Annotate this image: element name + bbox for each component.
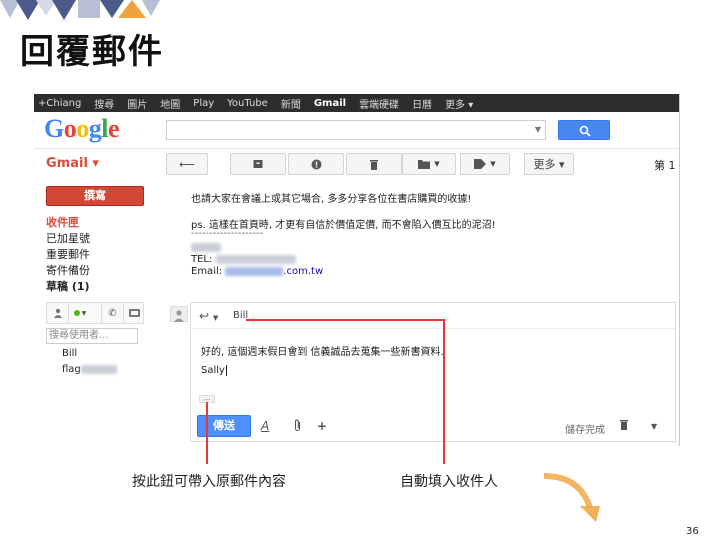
sidebar-item[interactable]: 重要郵件 — [46, 246, 90, 262]
redacted-text — [215, 254, 296, 264]
compose-button[interactable]: 撰寫 — [46, 186, 144, 206]
archive-icon — [253, 160, 263, 168]
email-label: Email: — [191, 266, 223, 277]
attachment-icon[interactable] — [293, 419, 302, 435]
back-arrow-icon: ⟵ — [179, 157, 195, 171]
delete-button[interactable] — [346, 153, 402, 175]
topbar-item[interactable]: 圖片 — [127, 96, 147, 111]
move-to-folder-button[interactable]: ▼ — [402, 153, 456, 175]
gmail-app-menu[interactable]: Gmail ▾ — [46, 156, 99, 171]
topbar-item[interactable]: 地圖 — [160, 96, 180, 111]
chat-toolbar: ▼ ✆ — [46, 302, 144, 324]
chevron-down-icon: ▼ — [490, 160, 496, 168]
person-icon[interactable] — [47, 303, 69, 323]
topbar-item[interactable]: 日曆 — [412, 96, 432, 111]
slide-title: 回覆郵件 — [20, 32, 164, 72]
label-icon — [474, 159, 487, 169]
reply-header: ↩ ▼ Bill — [191, 303, 675, 329]
search-input[interactable]: ▼ — [166, 120, 546, 140]
phone-line: TEL: — [191, 254, 296, 265]
annotation-line — [206, 402, 208, 464]
insert-more-icon[interactable]: + — [317, 419, 327, 433]
search-button[interactable] — [558, 120, 610, 140]
sidebar-item[interactable]: 收件匣 — [46, 214, 79, 230]
folder-icon — [418, 160, 431, 169]
back-button[interactable]: ⟵ — [166, 153, 208, 175]
header-decoration — [0, 0, 160, 20]
more-options-icon[interactable]: ▼ — [651, 422, 657, 431]
reply-signature: Sally — [201, 365, 225, 376]
labels-button[interactable]: ▼ — [460, 153, 510, 175]
archive-button[interactable] — [230, 153, 286, 175]
sidebar-item[interactable]: 寄件備份 — [46, 262, 90, 278]
logo-letter: l — [101, 114, 108, 143]
logo-letter: o — [76, 114, 89, 143]
contact-item[interactable]: flag — [62, 364, 117, 375]
chevron-down-icon[interactable]: ▼ — [535, 125, 541, 134]
topbar-item-more[interactable]: 更多 ▾ — [445, 96, 473, 111]
curved-arrow-icon — [543, 473, 600, 522]
message-divider: -------------------- — [191, 228, 264, 239]
contact-item[interactable]: Bill — [62, 348, 77, 359]
reply-type-icon[interactable]: ↩ ▼ — [199, 309, 218, 323]
report-spam-button[interactable] — [288, 153, 344, 175]
redacted-text — [225, 266, 284, 276]
discard-draft-icon[interactable] — [619, 419, 629, 433]
report-spam-icon — [311, 159, 321, 169]
page-number: 36 — [686, 526, 699, 537]
annotation-line — [443, 319, 445, 464]
chevron-down-icon: ▼ — [434, 160, 440, 168]
divider — [34, 148, 679, 149]
page-indicator: 第 1 ↓ — [654, 159, 679, 172]
reply-body-line[interactable]: Sally — [201, 365, 227, 376]
topbar-item[interactable]: +Chiang — [38, 98, 81, 109]
email-line: Email: .com.tw — [191, 266, 323, 277]
formatting-icon[interactable]: A — [261, 419, 269, 433]
google-logo[interactable]: Google — [44, 114, 120, 144]
google-topbar: +Chiang 搜尋 圖片 地圖 Play YouTube 新聞 Gmail 雲… — [34, 94, 679, 112]
message-body-line: 也請大家在會議上或其它場合, 多多分享各位在書店購買的收據! — [191, 194, 472, 205]
tel-label: TEL: — [191, 254, 213, 265]
contact-name: flag — [62, 364, 81, 375]
video-icon[interactable] — [123, 303, 145, 323]
topbar-item[interactable]: Play — [193, 98, 214, 109]
save-status: 儲存完成 — [565, 425, 605, 436]
topbar-item[interactable]: 搜尋 — [94, 96, 114, 111]
logo-letter: o — [63, 114, 77, 143]
topbar-item[interactable]: 新聞 — [281, 96, 301, 111]
sidebar-item[interactable]: 已加星號 — [46, 230, 90, 246]
topbar-item[interactable]: YouTube — [227, 98, 268, 109]
email-suffix[interactable]: .com.tw — [283, 266, 323, 277]
more-button[interactable]: 更多 ▾ — [524, 153, 574, 175]
topbar-item-active[interactable]: Gmail — [314, 98, 346, 109]
redacted-text — [80, 364, 117, 374]
right-caption: 自動填入收件人 — [400, 474, 498, 490]
logo-letter: g — [88, 114, 102, 143]
avatar — [170, 306, 188, 322]
search-icon — [579, 125, 591, 137]
status-dot-icon[interactable]: ▼ — [69, 303, 91, 323]
logo-letter: G — [44, 114, 64, 143]
sidebar-item[interactable]: 草稿 (1) — [46, 278, 90, 294]
topbar-item[interactable]: 雲端硬碟 — [359, 96, 399, 111]
logo-letter: e — [107, 114, 120, 143]
people-search-input[interactable]: 搜尋使用者... — [46, 328, 138, 344]
reply-body-line[interactable]: 好的, 這個週末假日會到 信義誠品去蒐集一些新書資料. — [201, 343, 444, 358]
phone-icon[interactable]: ✆ — [101, 303, 123, 323]
annotation-line — [246, 319, 444, 321]
redacted-name — [191, 242, 221, 253]
trash-icon — [370, 159, 378, 170]
reply-composer[interactable]: ↩ ▼ Bill 好的, 這個週末假日會到 信義誠品去蒐集一些新書資料. Sal… — [190, 302, 676, 442]
left-caption: 按此鈕可帶入原郵件內容 — [132, 474, 286, 490]
gmail-screenshot: +Chiang 搜尋 圖片 地圖 Play YouTube 新聞 Gmail 雲… — [34, 94, 680, 446]
